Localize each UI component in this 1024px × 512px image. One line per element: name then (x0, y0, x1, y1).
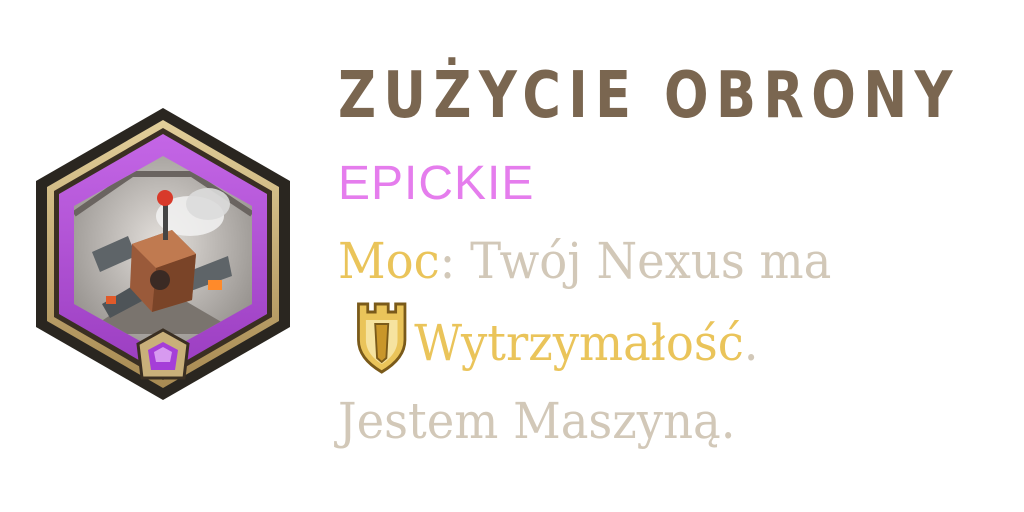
keyword-power: Moc (338, 232, 440, 290)
card-art-hexagon[interactable] (32, 104, 294, 404)
card-rarity: EPICKIE (338, 157, 535, 210)
description-colon: : (439, 232, 456, 290)
description-text-1: Twój Nexus ma (455, 232, 832, 290)
description-line-3: Jestem Maszyną. (338, 392, 736, 450)
card-title: ZUŻYCIE OBRONY (338, 59, 960, 133)
card-description: Moc: Twój Nexus ma Wytrzymałość. Jestem … (338, 222, 970, 460)
description-line-2: Wytrzymałość. (338, 300, 970, 382)
description-period: . (743, 314, 759, 372)
spell-card-detail: ZUŻYCIE OBRONY EPICKIE Moc: Twój Nexus m… (0, 0, 1024, 512)
cannon-machine-art (36, 108, 290, 400)
description-line-1: Moc: Twój Nexus ma (338, 222, 970, 300)
keyword-tough[interactable]: Wytrzymałość (414, 314, 744, 372)
tough-tower-shield-icon[interactable] (355, 300, 409, 374)
card-info: ZUŻYCIE OBRONY EPICKIE Moc: Twój Nexus m… (338, 48, 1018, 460)
